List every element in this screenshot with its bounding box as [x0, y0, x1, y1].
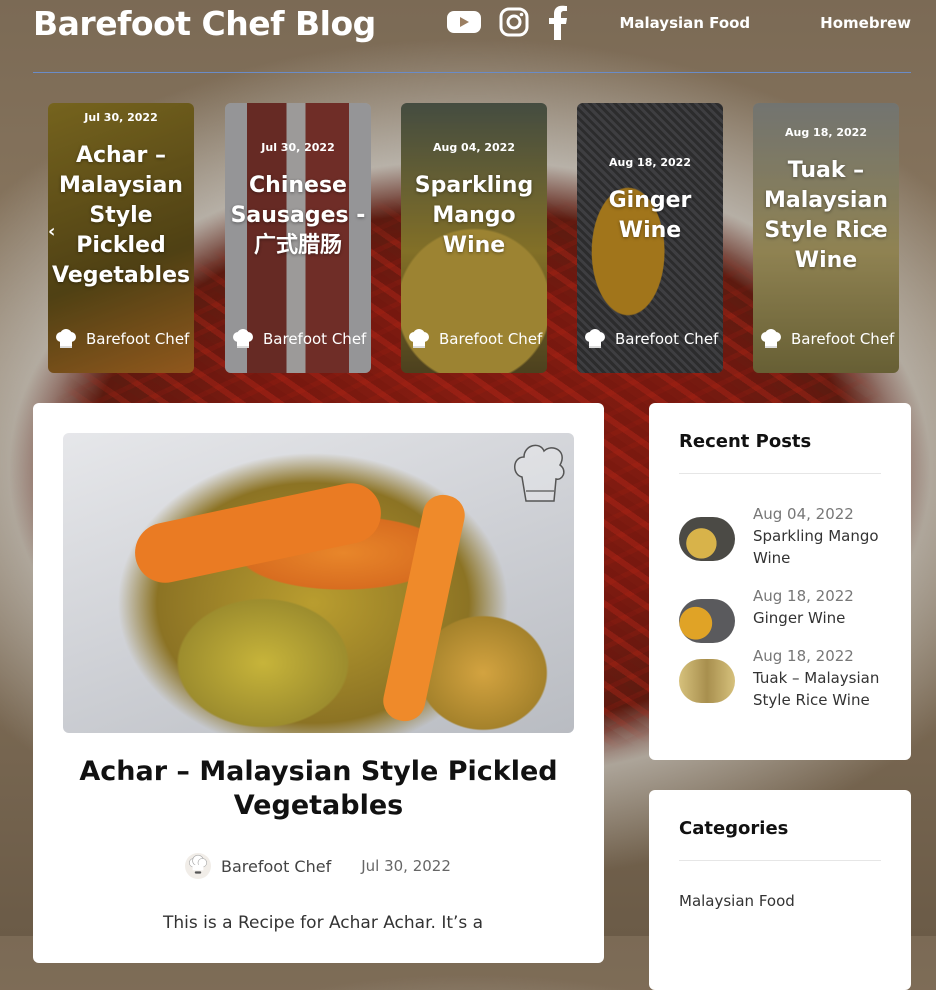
card-author[interactable]: Barefoot Chef: [583, 329, 718, 349]
post-featured-image[interactable]: [63, 433, 574, 733]
recent-post-thumbnail[interactable]: [679, 659, 735, 703]
carousel-card[interactable]: Jul 30, 2022 Chinese Sausages - 广式腊肠 Bar…: [225, 103, 371, 373]
card-author[interactable]: Barefoot Chef: [231, 329, 366, 349]
recent-post-item[interactable]: Aug 18, 2022 Ginger Wine: [679, 585, 888, 643]
recent-post-date: Aug 04, 2022: [753, 505, 854, 523]
carousel-next-arrow[interactable]: ›: [870, 221, 877, 242]
card-title[interactable]: Achar – Malaysian Style Pickled Vegetabl…: [52, 141, 190, 291]
youtube-icon[interactable]: [447, 9, 481, 39]
recent-post-thumbnail[interactable]: [679, 517, 735, 561]
card-author[interactable]: Barefoot Chef: [759, 329, 894, 349]
recent-post-item[interactable]: Aug 18, 2022 Tuak – Malaysian Style Rice…: [679, 645, 888, 711]
card-title[interactable]: Tuak – Malaysian Style Rice Wine: [757, 156, 895, 276]
recent-posts-widget: Recent Posts Aug 04, 2022 Sparkling Mang…: [649, 403, 911, 760]
site-header: Barefoot Chef Blog Malaysian Food Homebr…: [33, 0, 911, 73]
post-excerpt: This is a Recipe for Achar Achar. It’s a: [163, 913, 484, 933]
carousel-prev-arrow[interactable]: ‹: [48, 221, 55, 242]
card-date: Aug 18, 2022: [785, 126, 867, 139]
main-nav: Malaysian Food Homebrew: [619, 14, 911, 32]
recent-post-title[interactable]: Ginger Wine: [753, 607, 888, 629]
social-links: [447, 4, 569, 44]
recent-post-date: Aug 18, 2022: [753, 647, 854, 665]
recent-post-item[interactable]: Aug 04, 2022 Sparkling Mango Wine: [679, 503, 888, 569]
facebook-icon[interactable]: [547, 4, 569, 44]
recent-post-thumbnail[interactable]: [679, 599, 735, 643]
carousel-card[interactable]: Aug 18, 2022 Ginger Wine Barefoot Chef: [577, 103, 723, 373]
nav-item-homebrew[interactable]: Homebrew: [820, 14, 911, 32]
nav-item-malaysian-food[interactable]: Malaysian Food: [619, 14, 750, 32]
card-author[interactable]: Barefoot Chef: [407, 329, 542, 349]
categories-widget: Categories Malaysian Food: [649, 790, 911, 990]
chef-hat-icon: [761, 329, 781, 348]
carousel-card[interactable]: Jul 30, 2022 Achar – Malaysian Style Pic…: [48, 103, 194, 373]
card-date: Aug 04, 2022: [433, 141, 515, 154]
recent-post-date: Aug 18, 2022: [753, 587, 854, 605]
card-date: Jul 30, 2022: [261, 141, 335, 154]
author-avatar[interactable]: [185, 853, 211, 879]
card-title[interactable]: Sparkling Mango Wine: [405, 171, 543, 261]
post-date: Jul 30, 2022: [361, 857, 451, 875]
site-title[interactable]: Barefoot Chef Blog: [33, 4, 376, 43]
featured-carousel: Jul 30, 2022 Achar – Malaysian Style Pic…: [48, 103, 900, 373]
recent-post-title[interactable]: Sparkling Mango Wine: [753, 525, 888, 569]
category-link-malaysian-food[interactable]: Malaysian Food: [679, 892, 795, 910]
chef-hat-icon: [409, 329, 429, 348]
chef-hat-icon: [233, 329, 253, 348]
post-card: Achar – Malaysian Style Pickled Vegetabl…: [33, 403, 604, 963]
divider: [679, 473, 881, 474]
recent-posts-title: Recent Posts: [679, 431, 812, 452]
recent-post-title[interactable]: Tuak – Malaysian Style Rice Wine: [753, 667, 888, 711]
divider: [679, 860, 881, 861]
chef-hat-icon: [585, 329, 605, 348]
categories-title: Categories: [679, 818, 789, 839]
post-title[interactable]: Achar – Malaysian Style Pickled Vegetabl…: [73, 755, 564, 823]
post-author[interactable]: Barefoot Chef: [221, 857, 331, 876]
card-title[interactable]: Ginger Wine: [581, 186, 719, 246]
card-date: Aug 18, 2022: [609, 156, 691, 169]
chef-hat-watermark-icon: [514, 444, 565, 502]
card-title[interactable]: Chinese Sausages - 广式腊肠: [229, 171, 367, 261]
card-author[interactable]: Barefoot Chef: [54, 329, 189, 349]
carousel-card[interactable]: Aug 04, 2022 Sparkling Mango Wine Barefo…: [401, 103, 547, 373]
instagram-icon[interactable]: [499, 7, 529, 41]
post-byline: Barefoot Chef Jul 30, 2022: [185, 853, 451, 879]
chef-hat-icon: [56, 329, 76, 348]
card-date: Jul 30, 2022: [84, 111, 158, 124]
